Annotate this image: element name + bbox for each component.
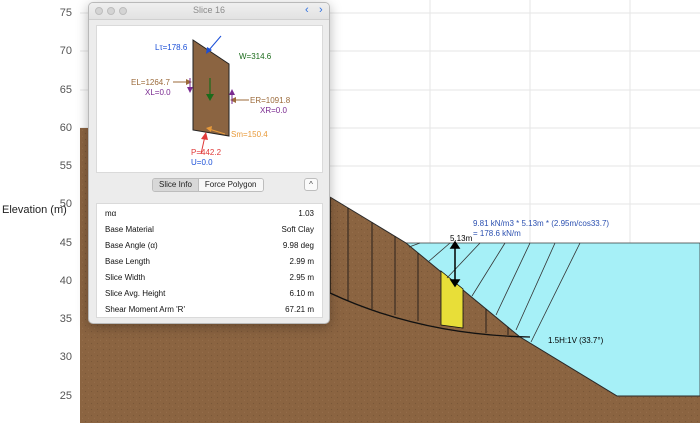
right-shear-force-label: XR=0.0: [260, 106, 287, 115]
tab-slice-info[interactable]: Slice Info: [153, 179, 198, 191]
slice-properties-table: mα 1.03 Base Material Soft Clay Base Ang…: [96, 203, 323, 318]
y-tick-label: 65: [59, 84, 72, 96]
y-tick-label: 60: [59, 122, 72, 134]
property-value: 9.98 deg: [282, 241, 314, 250]
property-name: Shear Moment Arm 'R': [105, 305, 185, 314]
water-pressure-formula: 9.81 kN/m3 * 5.13m * (2.95m/cos33.7): [473, 219, 610, 228]
property-name: Slice Width: [105, 273, 146, 282]
water-height-label: 5.13m: [450, 234, 473, 243]
slice-info-dialog: Slice 16 ‹ › Lτ=178.6 W=314.6 EL=1264.7 …: [88, 2, 330, 324]
left-normal-force-label: EL=1264.7: [131, 78, 170, 87]
property-value: 6.10 m: [289, 289, 314, 298]
slope-ratio-label: 1.5H:1V (33.7°): [548, 336, 604, 345]
y-tick-label: 35: [59, 313, 72, 325]
window-title: Slice 16: [192, 5, 226, 15]
slice-block: [192, 39, 230, 137]
top-shear-force-label: Lτ=178.6: [155, 43, 188, 52]
free-body-diagram: Lτ=178.6 W=314.6 EL=1264.7 XL=0.0 ER=109…: [96, 25, 323, 173]
table-row: Shear Moment Arm 'R' 67.21 m: [97, 300, 322, 318]
property-value: 2.99 m: [289, 257, 314, 266]
chevron-left-icon[interactable]: ‹: [305, 4, 309, 16]
left-shear-force-label: XL=0.0: [145, 88, 171, 97]
chevron-right-icon[interactable]: ›: [319, 4, 323, 16]
y-tick-label: 25: [59, 390, 72, 402]
property-value: 2.95 m: [289, 273, 314, 282]
base-shear-force-label: Sm=150.4: [231, 130, 268, 139]
y-tick-label: 40: [59, 275, 72, 287]
dialog-titlebar[interactable]: Slice 16 ‹ ›: [89, 3, 329, 20]
property-name: Base Angle (α): [105, 241, 158, 250]
property-name: mα: [105, 209, 117, 218]
base-normal-force-label: P=442.2: [191, 148, 222, 157]
tab-force-polygon[interactable]: Force Polygon: [197, 179, 263, 191]
property-name: Slice Avg. Height: [105, 289, 166, 298]
weight-force-label: W=314.6: [239, 52, 272, 61]
view-tabs: Slice Info Force Polygon: [152, 178, 264, 192]
property-name: Base Length: [105, 257, 150, 266]
y-tick-label: 70: [59, 45, 72, 57]
pore-pressure-label: U=0.0: [191, 158, 213, 167]
property-name: Base Material: [105, 225, 154, 234]
y-tick-label: 45: [59, 237, 72, 249]
property-value: 67.21 m: [285, 305, 314, 314]
y-tick-label: 55: [59, 160, 72, 172]
property-value: 1.03: [298, 209, 314, 218]
y-tick-label: 50: [59, 198, 72, 210]
water-pressure-result: = 178.6 kN/m: [473, 229, 521, 238]
y-tick-label: 75: [59, 7, 72, 19]
right-normal-force-label: ER=1091.8: [250, 96, 291, 105]
property-value: Soft Clay: [281, 225, 314, 234]
chevron-up-icon[interactable]: ^: [304, 178, 318, 191]
y-tick-label: 30: [59, 351, 72, 363]
